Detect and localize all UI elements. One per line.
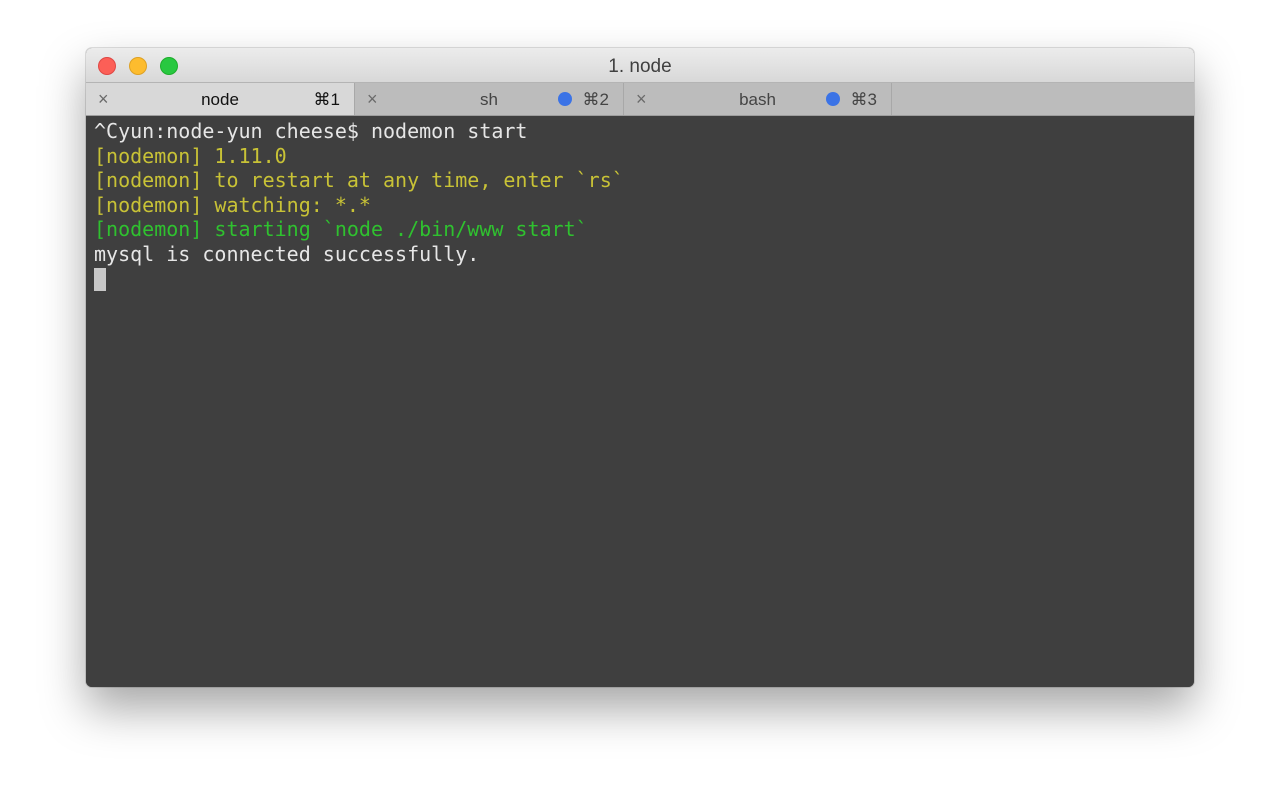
tab-shortcut: ⌘1	[313, 90, 340, 109]
cursor	[94, 267, 106, 291]
window-title: 1. node	[608, 56, 672, 77]
terminal-line: [nodemon] to restart at any time, enter …	[94, 168, 624, 193]
terminal-line: [nodemon] watching: *.*	[94, 192, 371, 217]
terminal-output[interactable]: ^Cyun:node-yun cheese$ nodemon start [no…	[86, 116, 1194, 687]
terminal-line: ^Cyun:node-yun cheese$ nodemon start	[94, 119, 528, 143]
prompt-line	[94, 267, 1194, 292]
activity-dot-icon	[826, 92, 840, 106]
terminal-line: mysql is connected successfully.	[94, 241, 480, 266]
activity-dot-icon	[558, 92, 572, 106]
tab-shortcut: ⌘2	[582, 90, 609, 109]
tab-bar: × node ⌘1 × sh ⌘2 × bash ⌘3	[86, 83, 1194, 116]
terminal-line: [nodemon] starting `node ./bin/www start…	[94, 217, 588, 242]
tab-sh[interactable]: × sh ⌘2	[355, 83, 624, 115]
terminal-window: 1. node × node ⌘1 × sh ⌘2 × bash ⌘3 ^Cyu…	[86, 48, 1194, 687]
tab-node[interactable]: × node ⌘1	[86, 83, 355, 115]
terminal-line: [nodemon] 1.11.0	[94, 143, 287, 168]
tab-bash[interactable]: × bash ⌘3	[624, 83, 892, 115]
title-bar[interactable]: 1. node	[86, 48, 1194, 83]
tab-shortcut: ⌘3	[850, 90, 877, 109]
